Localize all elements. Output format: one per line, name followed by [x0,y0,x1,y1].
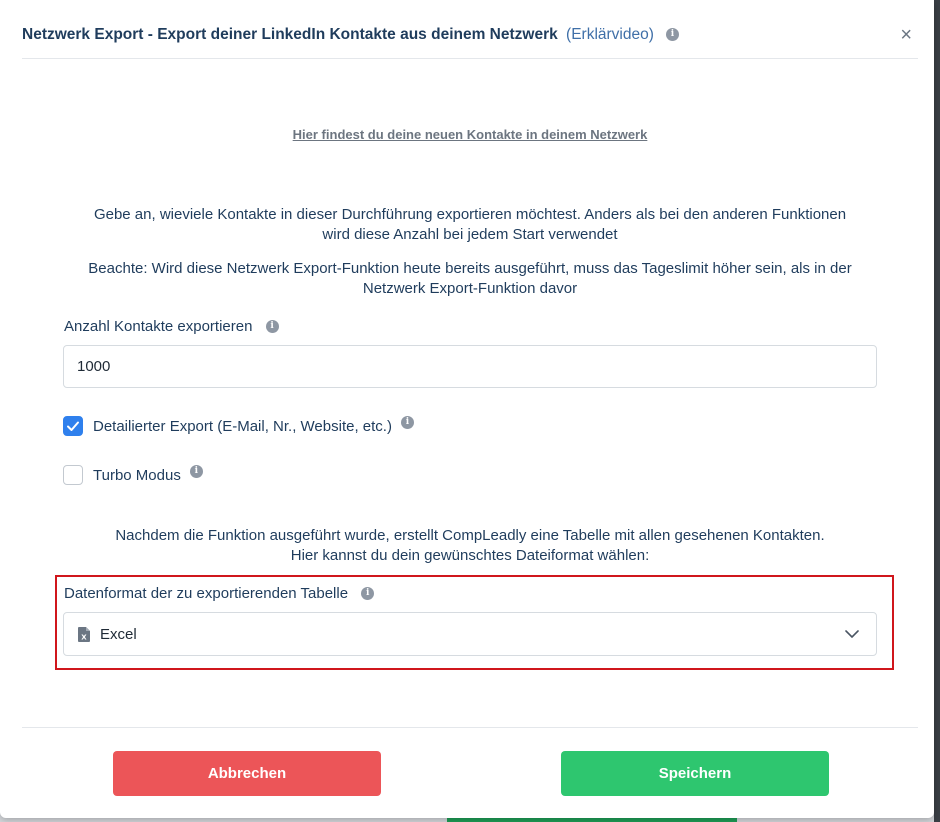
export-dialog: Netzwerk Export - Export deiner LinkedIn… [0,0,934,818]
format-selected-value: Excel [100,625,137,643]
detailed-export-option[interactable]: Detailierter Export (E-Mail, Nr., Websit… [63,415,414,436]
excel-file-icon: X [78,626,90,642]
contacts-count-label-text: Anzahl Kontakte exportieren [64,318,253,335]
turbo-mode-option[interactable]: Turbo Modus i [63,464,203,485]
intro-line: wird diese Anzahl bei jedem Start verwen… [322,226,618,243]
info-icon[interactable]: i [361,586,375,600]
dialog-title: Netzwerk Export - Export deiner LinkedIn… [22,14,654,45]
note-line: Beachte: Wird diese Netzwerk Export-Funk… [88,260,852,277]
svg-text:X: X [81,633,87,641]
format-select[interactable]: X Excel [63,612,877,656]
format-label-text: Datenformat der zu exportierenden Tabell… [64,585,349,602]
contacts-count-value: 1000 [77,358,111,375]
intro-text: Gebe an, wieviele Kontakte in dieser Dur… [60,205,880,245]
detailed-export-checkbox[interactable] [63,416,83,436]
info-icon[interactable]: i [265,319,279,333]
explainer-video-link[interactable]: (Erklärvideo) [566,26,654,43]
info-icon[interactable]: i [189,464,203,478]
detailed-export-label: Detailierter Export (E-Mail, Nr., Websit… [93,417,392,435]
contacts-count-input[interactable]: 1000 [63,345,877,388]
export-info-line: Nachdem die Funktion ausgeführt wurde, e… [115,527,825,544]
info-icon[interactable]: i [665,28,679,41]
dialog-header: Netzwerk Export - Export deiner LinkedIn… [22,14,918,59]
note-text: Beachte: Wird diese Netzwerk Export-Funk… [60,259,880,299]
note-line: Netzwerk Export-Funktion davor [362,280,578,297]
turbo-mode-checkbox[interactable] [63,465,83,485]
export-info-text: Nachdem die Funktion ausgeführt wurde, e… [60,526,880,566]
info-icon[interactable]: i [400,415,414,429]
network-contacts-link[interactable]: Hier findest du deine neuen Kontakte in … [0,127,940,142]
cancel-button[interactable]: Abbrechen [113,751,381,796]
turbo-mode-label: Turbo Modus [93,466,181,484]
checkmark-icon [67,421,79,431]
backdrop-scrollbar [934,0,940,822]
close-button[interactable]: × [900,25,912,45]
footer-divider [22,727,918,728]
chevron-down-icon[interactable] [844,626,860,642]
save-button[interactable]: Speichern [561,751,829,796]
contacts-count-label: Anzahl Kontakte exportieren i [64,318,279,335]
format-label: Datenformat der zu exportierenden Tabell… [64,585,375,602]
dialog-title-text: Netzwerk Export - Export deiner LinkedIn… [22,26,558,43]
intro-line: Gebe an, wieviele Kontakte in dieser Dur… [93,206,847,223]
export-info-line: Hier kannst du dein gewünschtes Dateifor… [290,547,650,564]
